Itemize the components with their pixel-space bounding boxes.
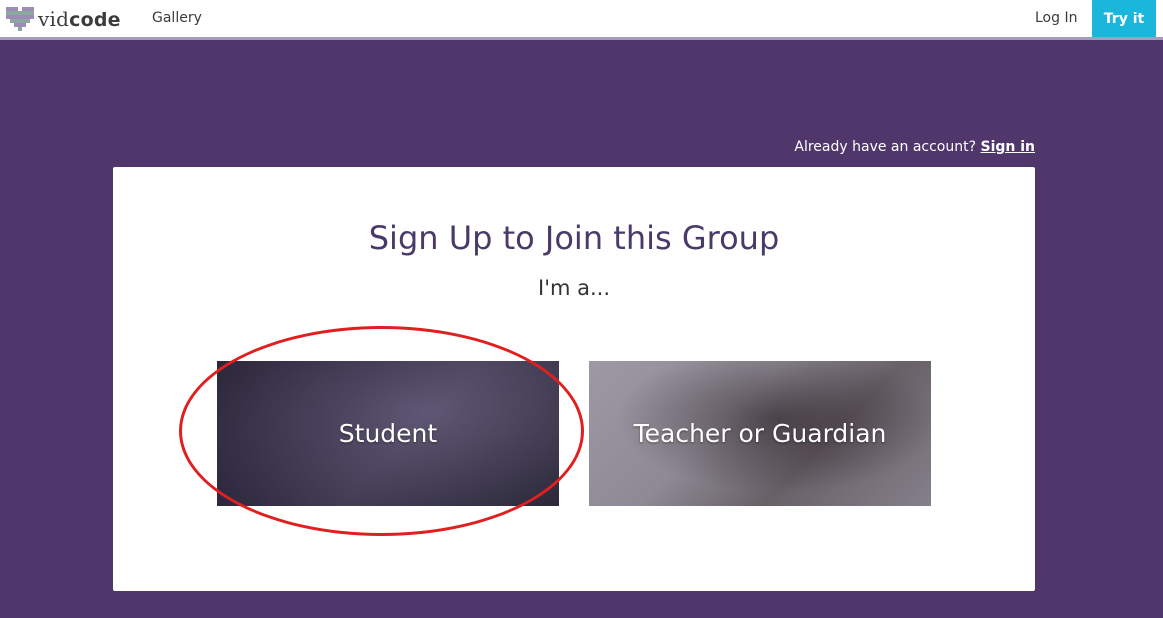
nav-login-link[interactable]: Log In <box>1035 10 1077 26</box>
student-option-label: Student <box>338 419 438 448</box>
role-prompt: I'm a... <box>538 276 610 300</box>
teacher-option-label: Teacher or Guardian <box>633 419 887 448</box>
nav-gallery-link[interactable]: Gallery <box>152 10 202 26</box>
page-title: Sign Up to Join this Group <box>368 219 780 257</box>
account-prompt: Already have an account? Sign in <box>794 139 1035 155</box>
logo[interactable]: vidcode <box>6 5 121 33</box>
sign-in-link[interactable]: Sign in <box>980 139 1035 155</box>
teacher-guardian-option-button[interactable]: Teacher or Guardian <box>589 361 931 506</box>
logo-prefix: vid <box>38 7 70 31</box>
account-prompt-text: Already have an account? <box>794 139 977 155</box>
signup-card: Sign Up to Join this Group I'm a... Stud… <box>113 167 1035 591</box>
heart-logo-icon <box>6 7 34 31</box>
try-it-button[interactable]: Try it <box>1092 0 1156 37</box>
student-option-button[interactable]: Student <box>217 361 559 506</box>
logo-bold: code <box>69 9 121 31</box>
top-nav: vidcode Gallery Log In Try it <box>0 0 1163 40</box>
logo-wordmark: vidcode <box>38 7 121 31</box>
